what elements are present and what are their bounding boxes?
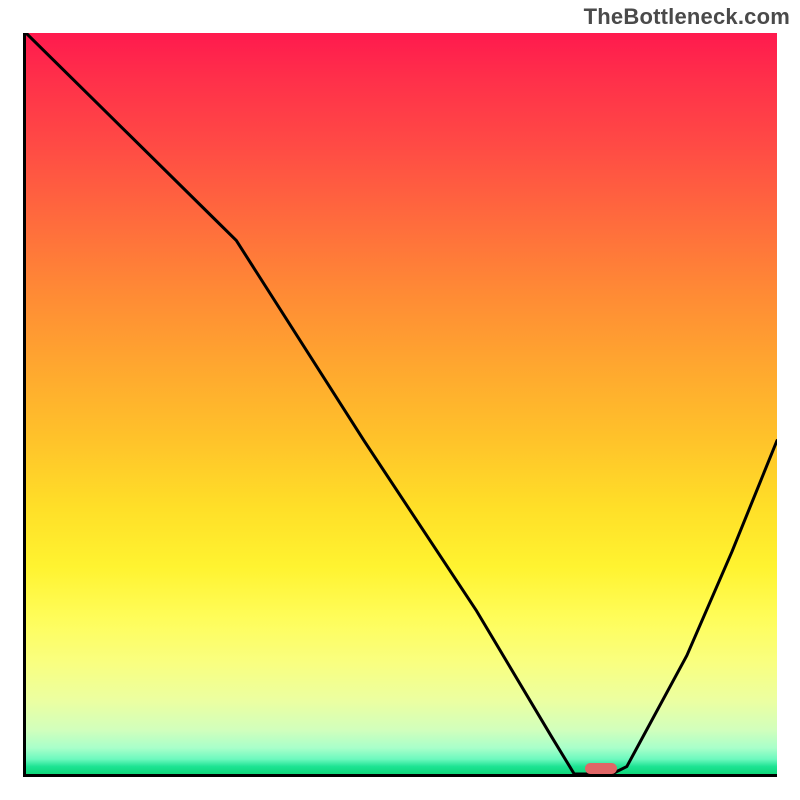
bottleneck-curve: [26, 33, 777, 774]
plot-area: [23, 33, 777, 777]
watermark-text: TheBottleneck.com: [584, 4, 790, 30]
chart-container: TheBottleneck.com: [0, 0, 800, 800]
optimal-range-marker: [585, 763, 617, 774]
